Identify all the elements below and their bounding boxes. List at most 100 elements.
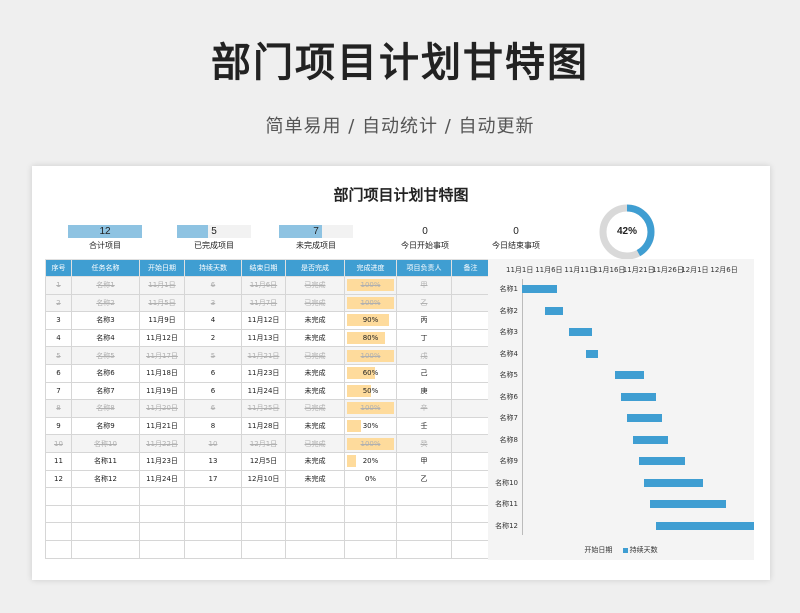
cell-no[interactable]: 1 bbox=[45, 276, 72, 295]
empty-cell[interactable] bbox=[344, 539, 397, 559]
empty-cell[interactable] bbox=[344, 504, 397, 524]
cell-status[interactable]: 未完成 bbox=[285, 381, 345, 401]
empty-cell[interactable] bbox=[451, 539, 490, 559]
progress-cell[interactable]: 50% bbox=[344, 381, 397, 401]
cell-name[interactable]: 名称11 bbox=[71, 451, 140, 471]
cell-days[interactable]: 6 bbox=[184, 381, 242, 401]
empty-cell[interactable] bbox=[451, 522, 490, 541]
cell-status[interactable]: 已完成 bbox=[285, 293, 345, 313]
cell-no[interactable]: 4 bbox=[45, 328, 72, 348]
cell-end[interactable]: 12月10日 bbox=[241, 469, 286, 489]
cell-remark[interactable] bbox=[451, 451, 490, 471]
cell-status[interactable]: 已完成 bbox=[285, 434, 345, 453]
cell-status[interactable]: 未完成 bbox=[285, 363, 345, 383]
table-row[interactable]: 9 名称9 11月21日 8 11月28日 未完成 30% 壬 bbox=[45, 416, 490, 436]
empty-cell[interactable] bbox=[285, 522, 345, 541]
empty-cell[interactable] bbox=[285, 539, 345, 559]
cell-no[interactable]: 3 bbox=[45, 311, 72, 330]
empty-cell[interactable] bbox=[184, 539, 242, 559]
cell-end[interactable]: 11月23日 bbox=[241, 363, 286, 383]
cell-owner[interactable]: 辛 bbox=[396, 399, 452, 418]
cell-remark[interactable] bbox=[451, 399, 490, 418]
empty-cell[interactable] bbox=[344, 487, 397, 506]
cell-owner[interactable]: 壬 bbox=[396, 416, 452, 436]
empty-cell[interactable] bbox=[241, 539, 286, 559]
empty-cell[interactable] bbox=[396, 539, 452, 559]
empty-cell[interactable] bbox=[139, 522, 185, 541]
cell-end[interactable]: 11月24日 bbox=[241, 381, 286, 401]
cell-remark[interactable] bbox=[451, 469, 490, 489]
cell-name[interactable]: 名称4 bbox=[71, 328, 140, 348]
cell-remark[interactable] bbox=[451, 363, 490, 383]
cell-days[interactable]: 17 bbox=[184, 469, 242, 489]
cell-days[interactable]: 6 bbox=[184, 276, 242, 295]
cell-remark[interactable] bbox=[451, 311, 490, 330]
cell-no[interactable]: 11 bbox=[45, 451, 72, 471]
cell-start[interactable]: 11月1日 bbox=[139, 276, 185, 295]
table-row[interactable]: 7 名称7 11月19日 6 11月24日 未完成 50% 庚 bbox=[45, 381, 490, 401]
cell-no[interactable]: 7 bbox=[45, 381, 72, 401]
cell-start[interactable]: 11月23日 bbox=[139, 451, 185, 471]
cell-status[interactable]: 已完成 bbox=[285, 399, 345, 418]
progress-cell[interactable]: 90% bbox=[344, 311, 397, 330]
cell-no[interactable]: 2 bbox=[45, 293, 72, 313]
cell-owner[interactable]: 甲 bbox=[396, 276, 452, 295]
empty-cell[interactable] bbox=[285, 504, 345, 524]
empty-cell[interactable] bbox=[241, 504, 286, 524]
empty-cell[interactable] bbox=[396, 487, 452, 506]
progress-cell[interactable]: 60% bbox=[344, 363, 397, 383]
cell-name[interactable]: 名称10 bbox=[71, 434, 140, 453]
cell-status[interactable]: 未完成 bbox=[285, 328, 345, 348]
cell-start[interactable]: 11月20日 bbox=[139, 399, 185, 418]
cell-end[interactable]: 11月13日 bbox=[241, 328, 286, 348]
cell-remark[interactable] bbox=[451, 381, 490, 401]
cell-no[interactable]: 9 bbox=[45, 416, 72, 436]
cell-status[interactable]: 未完成 bbox=[285, 311, 345, 330]
progress-cell[interactable]: 80% bbox=[344, 328, 397, 348]
cell-days[interactable]: 5 bbox=[184, 346, 242, 365]
cell-end[interactable]: 11月12日 bbox=[241, 311, 286, 330]
cell-start[interactable]: 11月18日 bbox=[139, 363, 185, 383]
table-row[interactable]: 11 名称11 11月23日 13 12月5日 未完成 20% 甲 bbox=[45, 451, 490, 471]
cell-status[interactable]: 已完成 bbox=[285, 276, 345, 295]
cell-end[interactable]: 11月25日 bbox=[241, 399, 286, 418]
cell-end[interactable]: 11月6日 bbox=[241, 276, 286, 295]
empty-cell[interactable] bbox=[285, 487, 345, 506]
cell-remark[interactable] bbox=[451, 434, 490, 453]
cell-days[interactable]: 6 bbox=[184, 363, 242, 383]
empty-cell[interactable] bbox=[71, 522, 140, 541]
cell-no[interactable]: 5 bbox=[45, 346, 72, 365]
cell-days[interactable]: 13 bbox=[184, 451, 242, 471]
cell-no[interactable]: 10 bbox=[45, 434, 72, 453]
empty-cell[interactable] bbox=[45, 487, 72, 506]
cell-owner[interactable]: 庚 bbox=[396, 381, 452, 401]
empty-row[interactable] bbox=[45, 487, 490, 506]
cell-end[interactable]: 11月21日 bbox=[241, 346, 286, 365]
empty-row[interactable] bbox=[45, 504, 490, 524]
empty-cell[interactable] bbox=[451, 504, 490, 524]
cell-owner[interactable]: 乙 bbox=[396, 293, 452, 313]
cell-owner[interactable]: 丙 bbox=[396, 311, 452, 330]
cell-start[interactable]: 11月24日 bbox=[139, 469, 185, 489]
empty-cell[interactable] bbox=[45, 504, 72, 524]
cell-start[interactable]: 11月12日 bbox=[139, 328, 185, 348]
cell-end[interactable]: 12月1日 bbox=[241, 434, 286, 453]
table-row[interactable]: 3 名称3 11月9日 4 11月12日 未完成 90% 丙 bbox=[45, 311, 490, 330]
progress-cell[interactable]: 100% bbox=[344, 434, 397, 453]
cell-days[interactable]: 8 bbox=[184, 416, 242, 436]
cell-remark[interactable] bbox=[451, 276, 490, 295]
cell-start[interactable]: 11月9日 bbox=[139, 311, 185, 330]
empty-cell[interactable] bbox=[71, 539, 140, 559]
table-row[interactable]: 12 名称12 11月24日 17 12月10日 未完成 0% 乙 bbox=[45, 469, 490, 489]
cell-days[interactable]: 3 bbox=[184, 293, 242, 313]
cell-name[interactable]: 名称2 bbox=[71, 293, 140, 313]
progress-cell[interactable]: 20% bbox=[344, 451, 397, 471]
empty-cell[interactable] bbox=[45, 539, 72, 559]
progress-cell[interactable]: 30% bbox=[344, 416, 397, 436]
table-row[interactable]: 10 名称10 11月22日 10 12月1日 已完成 100% 癸 bbox=[45, 434, 490, 453]
cell-start[interactable]: 11月17日 bbox=[139, 346, 185, 365]
empty-cell[interactable] bbox=[139, 504, 185, 524]
empty-cell[interactable] bbox=[139, 487, 185, 506]
cell-remark[interactable] bbox=[451, 416, 490, 436]
cell-name[interactable]: 名称6 bbox=[71, 363, 140, 383]
